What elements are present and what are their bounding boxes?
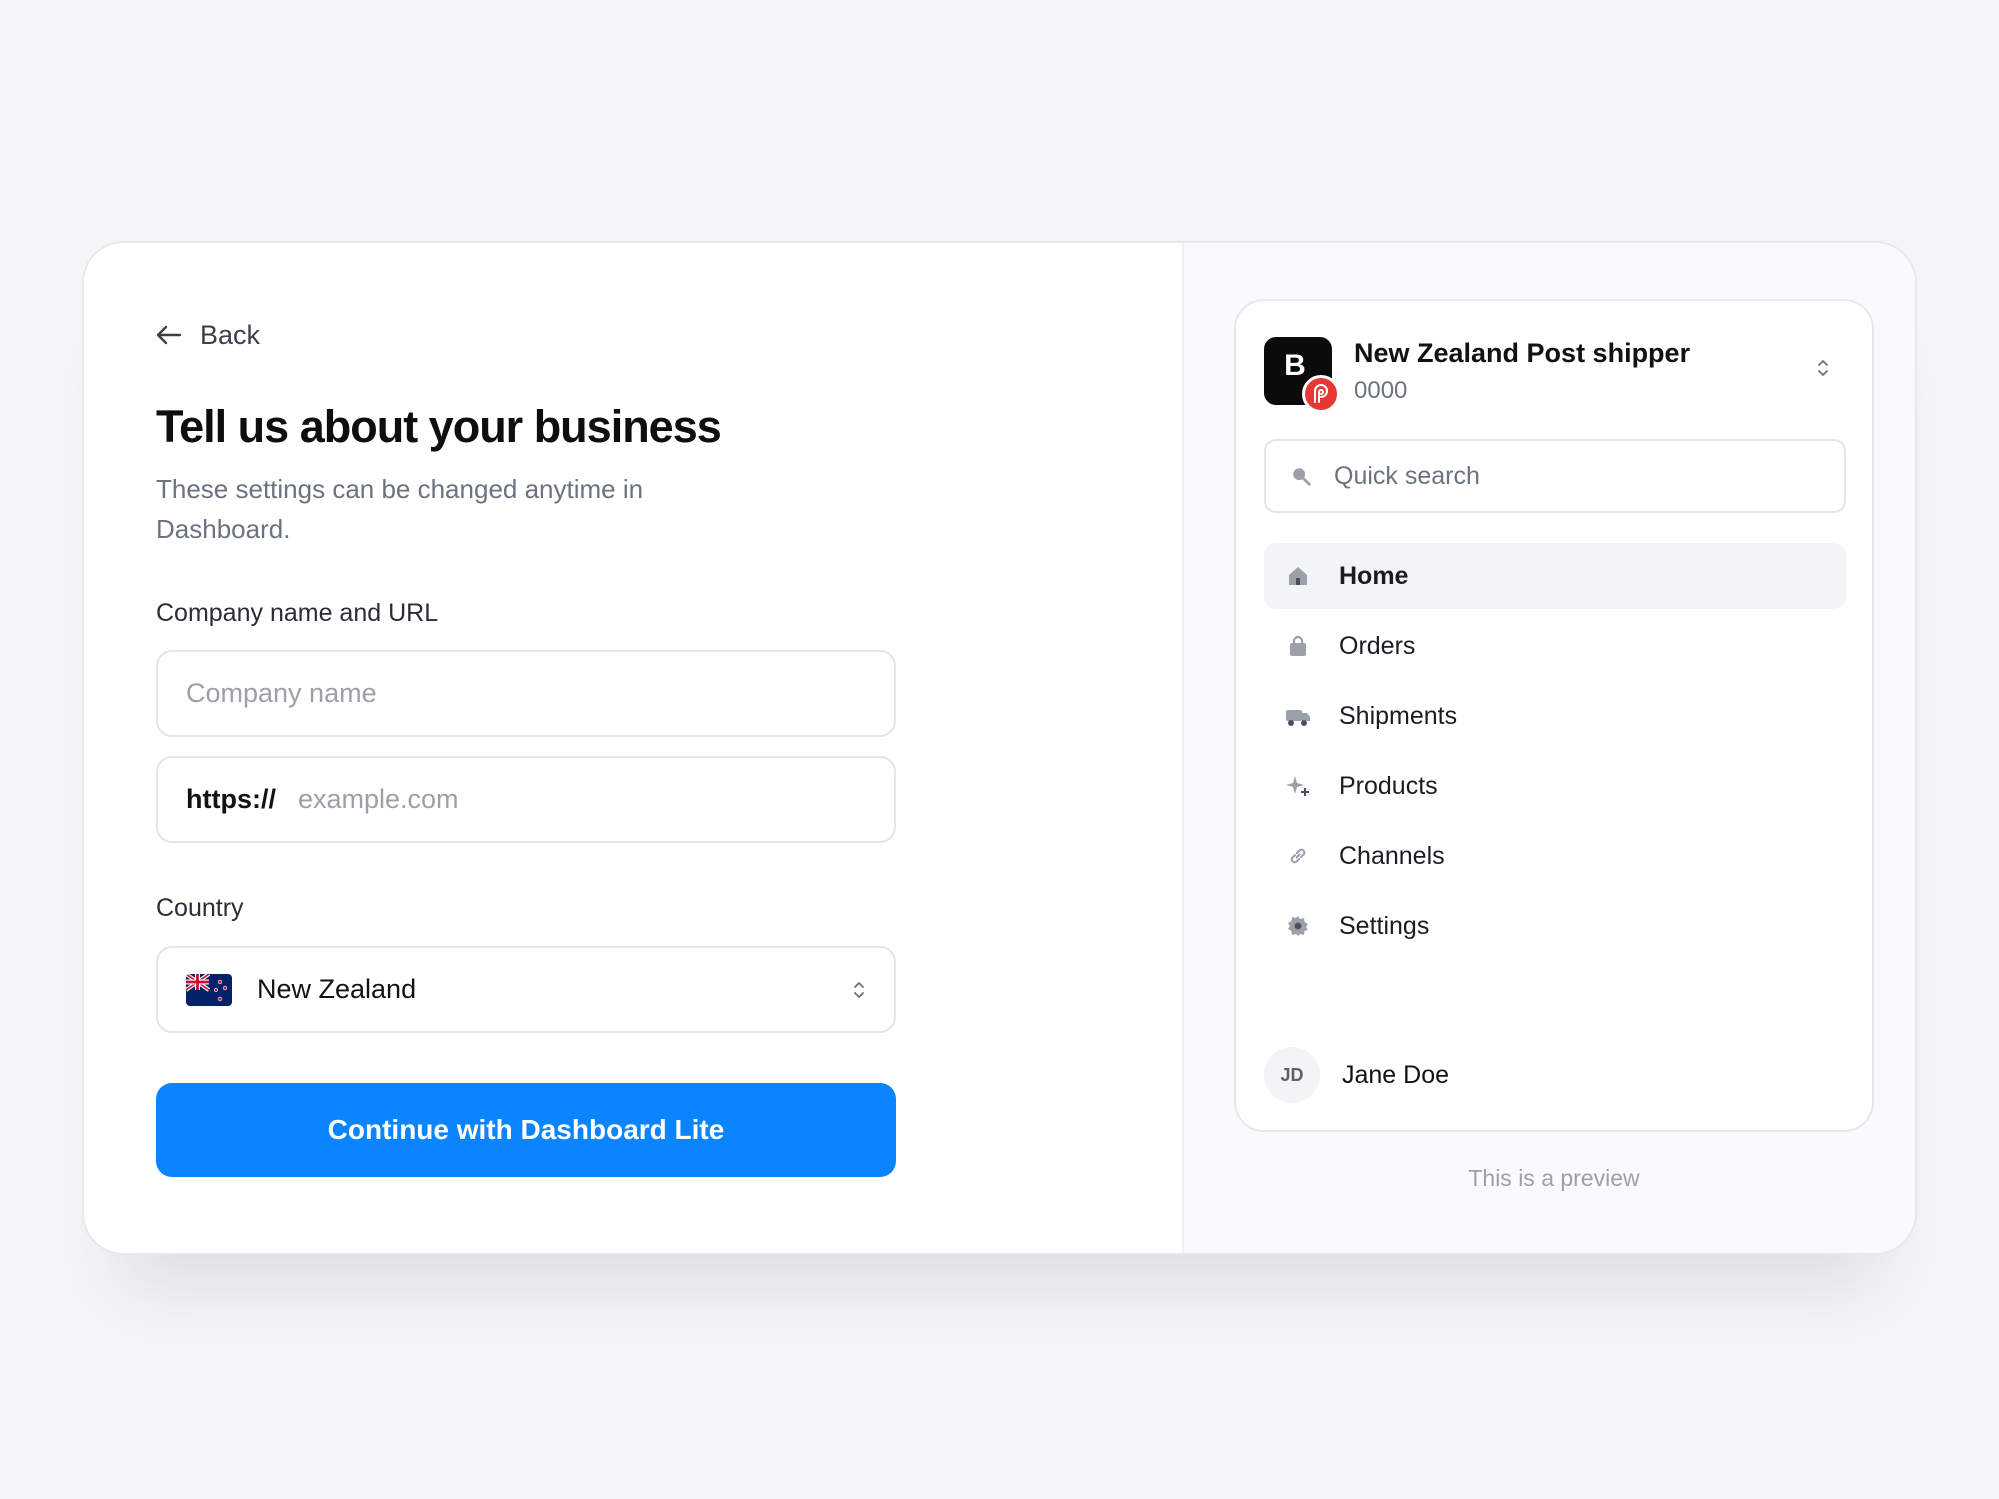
- continue-button[interactable]: Continue with Dashboard Lite: [156, 1083, 896, 1177]
- user-profile[interactable]: JD Jane Doe: [1264, 1047, 1449, 1103]
- account-name: New Zealand Post shipper: [1354, 337, 1691, 368]
- brand-logo: B: [1264, 337, 1340, 413]
- nav-label: Settings: [1339, 911, 1430, 940]
- back-link[interactable]: Back: [156, 315, 260, 355]
- nav-label: Channels: [1339, 841, 1445, 870]
- nz-post-badge-icon: [1302, 375, 1340, 413]
- arrow-left-icon: [156, 325, 182, 345]
- gear-icon: [1284, 912, 1312, 940]
- link-icon: [1284, 842, 1312, 870]
- preview-panel: B New Zealand Post shipper 0000 Quick se…: [1182, 243, 1915, 1253]
- url-prefix: https://: [186, 784, 276, 814]
- nav-item-channels[interactable]: Channels: [1264, 823, 1846, 889]
- onboarding-card: Back Tell us about your business These s…: [82, 241, 1917, 1255]
- sidebar-nav: Home Orders Shipments Products Channels …: [1264, 543, 1846, 963]
- business-form-panel: Back Tell us about your business These s…: [84, 243, 1182, 1253]
- user-name: Jane Doe: [1342, 1060, 1450, 1089]
- search-icon: [1293, 468, 1311, 486]
- truck-icon: [1284, 702, 1312, 730]
- nav-item-home[interactable]: Home: [1264, 543, 1846, 609]
- brand-logo-letter: B: [1284, 349, 1306, 382]
- page-title: Tell us about your business: [156, 401, 722, 452]
- company-name-input[interactable]: [186, 678, 866, 709]
- country-select[interactable]: New Zealand: [156, 946, 896, 1033]
- nav-item-products[interactable]: Products: [1264, 753, 1846, 819]
- nav-label: Orders: [1339, 631, 1416, 660]
- nav-item-shipments[interactable]: Shipments: [1264, 683, 1846, 749]
- nav-item-settings[interactable]: Settings: [1264, 893, 1846, 959]
- sparkle-icon: [1284, 772, 1312, 800]
- quick-search-input[interactable]: [1334, 461, 1820, 491]
- dashboard-preview: B New Zealand Post shipper 0000 Quick se…: [1234, 299, 1874, 1132]
- nav-label: Home: [1339, 561, 1409, 590]
- home-icon: [1284, 562, 1312, 590]
- page-subtitle: These settings can be changed anytime in…: [156, 474, 644, 544]
- account-id: 0000: [1354, 376, 1408, 404]
- quick-search[interactable]: [1264, 439, 1846, 513]
- chevron-up-down-icon: [854, 981, 864, 998]
- url-input[interactable]: [297, 784, 866, 815]
- new-zealand-flag-icon: [186, 973, 232, 1006]
- preview-note: This is a preview: [1468, 1165, 1640, 1191]
- back-label: Back: [200, 319, 261, 350]
- bag-icon: [1284, 632, 1312, 660]
- nav-label: Products: [1339, 771, 1438, 800]
- avatar: JD: [1264, 1047, 1320, 1103]
- company-label: Company name and URL: [156, 599, 439, 627]
- nav-item-orders[interactable]: Orders: [1264, 613, 1846, 679]
- country-value: New Zealand: [257, 974, 417, 1004]
- country-label: Country: [156, 894, 244, 922]
- account-switcher[interactable]: B New Zealand Post shipper 0000: [1264, 335, 1844, 413]
- chevron-up-down-icon: [1818, 360, 1828, 376]
- company-name-field[interactable]: [156, 650, 896, 737]
- url-field[interactable]: https://: [156, 756, 896, 843]
- nav-label: Shipments: [1339, 701, 1458, 730]
